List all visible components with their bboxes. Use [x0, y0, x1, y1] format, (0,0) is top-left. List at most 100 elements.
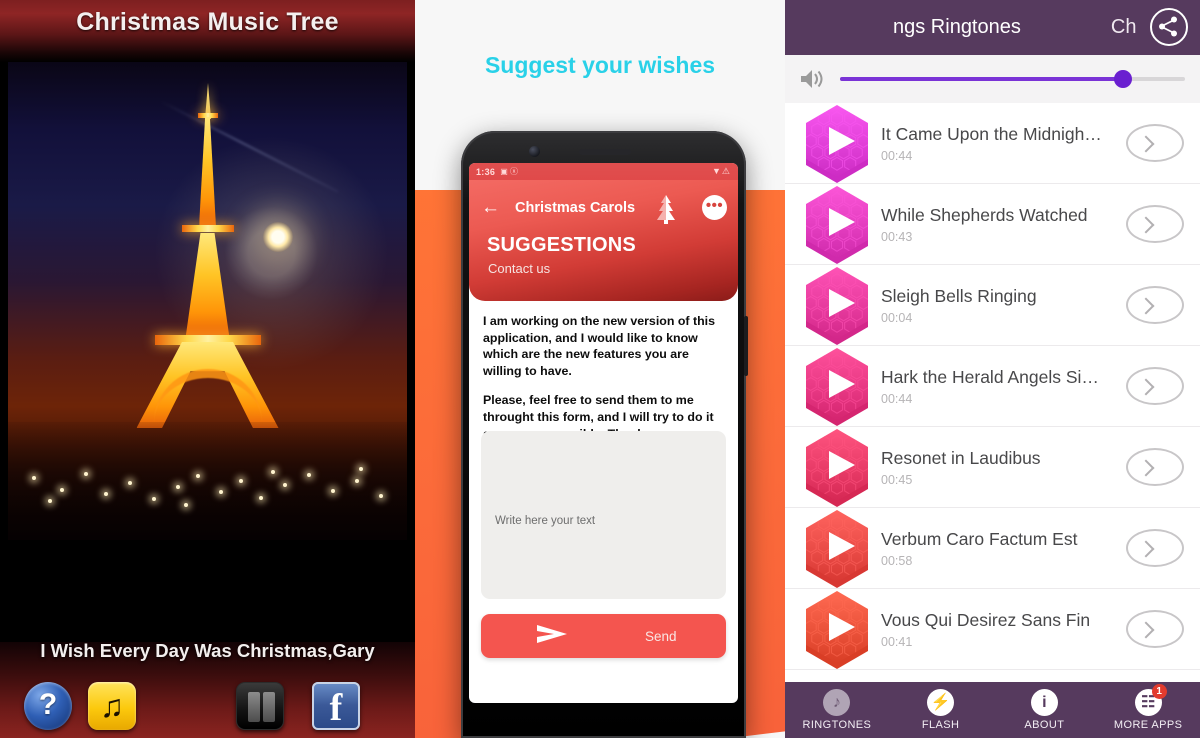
screenshot-collage: Christmas Music Tree I Wish Every Day Wa… — [0, 0, 1200, 738]
ringtone-title: Vous Qui Desirez Sans Fin — [881, 609, 1091, 630]
ringtone-list[interactable]: It Came Upon the Midnigh… 00:44 While Shep… — [785, 99, 1200, 679]
suggestions-body: I am working on the new version of this … — [483, 313, 726, 442]
send-button-label: Send — [645, 628, 677, 644]
ringtone-title: It Came Upon the Midnigh… — [881, 123, 1102, 144]
volume-control — [785, 55, 1200, 103]
overflow-menu-icon[interactable]: ••• — [702, 195, 727, 220]
eiffel-tower-photo — [8, 62, 407, 540]
list-item-text: While Shepherds Watched 00:43 — [881, 205, 1126, 244]
paragraph-1: I am working on the new version of this … — [483, 314, 716, 378]
nav-item-ringtones[interactable]: ♪ RINGTONES — [785, 689, 889, 731]
chevron-right-icon[interactable] — [1126, 448, 1184, 486]
status-icons: ▣ ⓧ — [500, 167, 518, 176]
tower-middle — [185, 233, 230, 338]
chevron-right-icon[interactable] — [1126, 205, 1184, 243]
christmas-tree-icon[interactable] — [653, 194, 679, 224]
play-hexagon-icon[interactable] — [785, 508, 881, 589]
play-hexagon-icon[interactable] — [785, 427, 881, 508]
suggestion-textarea[interactable]: Write here your text — [481, 431, 726, 599]
earpiece-speaker — [579, 149, 631, 155]
nav-item-label: FLASH — [921, 719, 960, 731]
textarea-placeholder: Write here your text — [495, 515, 596, 527]
panel-christmas-music-tree: Christmas Music Tree I Wish Every Day Wa… — [0, 0, 415, 738]
chevron-right-icon[interactable] — [1126, 124, 1184, 162]
ringtone-duration: 00:45 — [881, 472, 913, 487]
tower-upper — [199, 117, 216, 227]
list-item[interactable]: Verbum Caro Factum Est 00:58 — [785, 508, 1200, 589]
panel-ringtones-list: ngs Ringtones Ch It Came Upon the Midnig… — [785, 0, 1200, 738]
list-item[interactable]: Sleigh Bells Ringing 00:04 — [785, 265, 1200, 346]
phone-screen: 1:36 ▣ ⓧ ▼⚠ ← Christmas Carols ••• SUGGE… — [469, 163, 738, 703]
list-item[interactable]: It Came Upon the Midnigh… 00:44 — [785, 103, 1200, 184]
back-arrow-icon[interactable]: ← — [481, 197, 500, 219]
list-item[interactable]: Resonet in Laudibus 00:45 — [785, 427, 1200, 508]
list-item-text: Vous Qui Desirez Sans Fin 00:41 — [881, 610, 1126, 649]
ringtone-title: Verbum Caro Factum Est — [881, 528, 1078, 549]
phone-top-bezel — [461, 137, 746, 163]
badge-count: 1 — [1151, 684, 1167, 699]
list-item[interactable]: While Shepherds Watched 00:43 — [785, 184, 1200, 265]
list-item[interactable]: Hark the Herald Angels Si… 00:44 — [785, 346, 1200, 427]
panel2-headline: Suggest your wishes — [484, 52, 716, 78]
list-item[interactable]: Vous Qui Desirez Sans Fin 00:41 — [785, 589, 1200, 670]
list-item-text: Verbum Caro Factum Est 00:58 — [881, 529, 1126, 568]
panel1-dock: ? ♫ f — [0, 676, 415, 730]
status-time: 1:36 — [476, 166, 496, 177]
nav-item-label: RINGTONES — [802, 719, 872, 731]
list-item-text: Sleigh Bells Ringing 00:04 — [881, 286, 1126, 325]
nav-item-about[interactable]: i ABOUT — [993, 689, 1097, 731]
app-bar-row: ← Christmas Carols ••• — [469, 194, 738, 224]
apps-icon: ☷ 1 — [1134, 684, 1167, 716]
nav-item-label: ABOUT — [1024, 719, 1065, 731]
chevron-right-icon[interactable] — [1126, 286, 1184, 324]
volume-slider-thumb[interactable] — [1113, 70, 1132, 88]
volume-slider-fill — [840, 77, 1123, 81]
ringtone-title: Hark the Herald Angels Si… — [881, 366, 1099, 387]
ringtone-duration: 00:44 — [881, 148, 913, 163]
panel1-caption: I Wish Every Day Was Christmas,Gary — [40, 640, 375, 661]
app-bar: ← Christmas Carols ••• SUGGESTIONS Conta… — [469, 180, 738, 301]
send-button[interactable]: Send — [481, 614, 726, 658]
play-hexagon-icon[interactable] — [785, 589, 881, 670]
status-signal-icons: ▼⚠ — [712, 166, 731, 176]
facebook-icon[interactable]: f — [312, 682, 360, 730]
music-note-icon: ♪ — [823, 689, 851, 716]
chevron-right-icon[interactable] — [1126, 529, 1184, 567]
chevron-right-icon[interactable] — [1126, 610, 1184, 648]
list-item-text: Hark the Herald Angels Si… 00:44 — [881, 367, 1126, 406]
ringtone-duration: 00:58 — [881, 553, 913, 568]
ringtone-duration: 00:44 — [881, 391, 913, 406]
play-hexagon-icon[interactable] — [785, 103, 881, 184]
info-icon: i — [1030, 689, 1058, 716]
header-secondary-text: Ch — [1110, 16, 1137, 38]
app-bar-title: Christmas Carols — [515, 200, 636, 216]
panel1-title: Christmas Music Tree — [76, 8, 339, 36]
nav-item-flash[interactable]: ⚡ FLASH — [889, 689, 993, 731]
play-hexagon-icon[interactable] — [785, 265, 881, 346]
send-arrow-icon — [537, 624, 567, 648]
pause-icon[interactable] — [236, 682, 284, 730]
ringtone-duration: 00:41 — [881, 634, 913, 649]
chevron-right-icon[interactable] — [1126, 367, 1184, 405]
share-icon[interactable] — [1150, 8, 1188, 46]
nav-item-more-apps[interactable]: ☷ 1 MORE APPS — [1096, 684, 1200, 731]
header-title: ngs Ringtones — [893, 16, 1021, 38]
android-status-bar: 1:36 ▣ ⓧ ▼⚠ — [469, 163, 738, 180]
help-icon[interactable]: ? — [24, 682, 72, 730]
phone-side-button — [744, 316, 748, 376]
music-note-icon[interactable]: ♫ — [88, 682, 136, 730]
bottom-navigation: ♪ RINGTONES ⚡ FLASH i ABOUT ☷ 1 MORE APPS — [785, 682, 1200, 738]
suggestions-heading: SUGGESTIONS — [487, 234, 636, 256]
ringtone-title: Resonet in Laudibus — [881, 447, 1041, 468]
lightning-icon: ⚡ — [927, 689, 955, 716]
ringtone-title: Sleigh Bells Ringing — [881, 285, 1037, 306]
play-hexagon-icon[interactable] — [785, 184, 881, 265]
volume-slider[interactable] — [840, 70, 1185, 88]
list-item-text: It Came Upon the Midnigh… 00:44 — [881, 124, 1126, 163]
ringtone-duration: 00:04 — [881, 310, 913, 325]
contact-us-subheading: Contact us — [488, 261, 551, 276]
play-hexagon-icon[interactable] — [785, 346, 881, 427]
ringtones-header: ngs Ringtones Ch — [785, 0, 1200, 55]
speaker-icon[interactable] — [799, 68, 825, 90]
panel-suggest-your-wishes: Suggest your wishes 1:36 ▣ ⓧ ▼⚠ ← Christ… — [415, 0, 785, 738]
